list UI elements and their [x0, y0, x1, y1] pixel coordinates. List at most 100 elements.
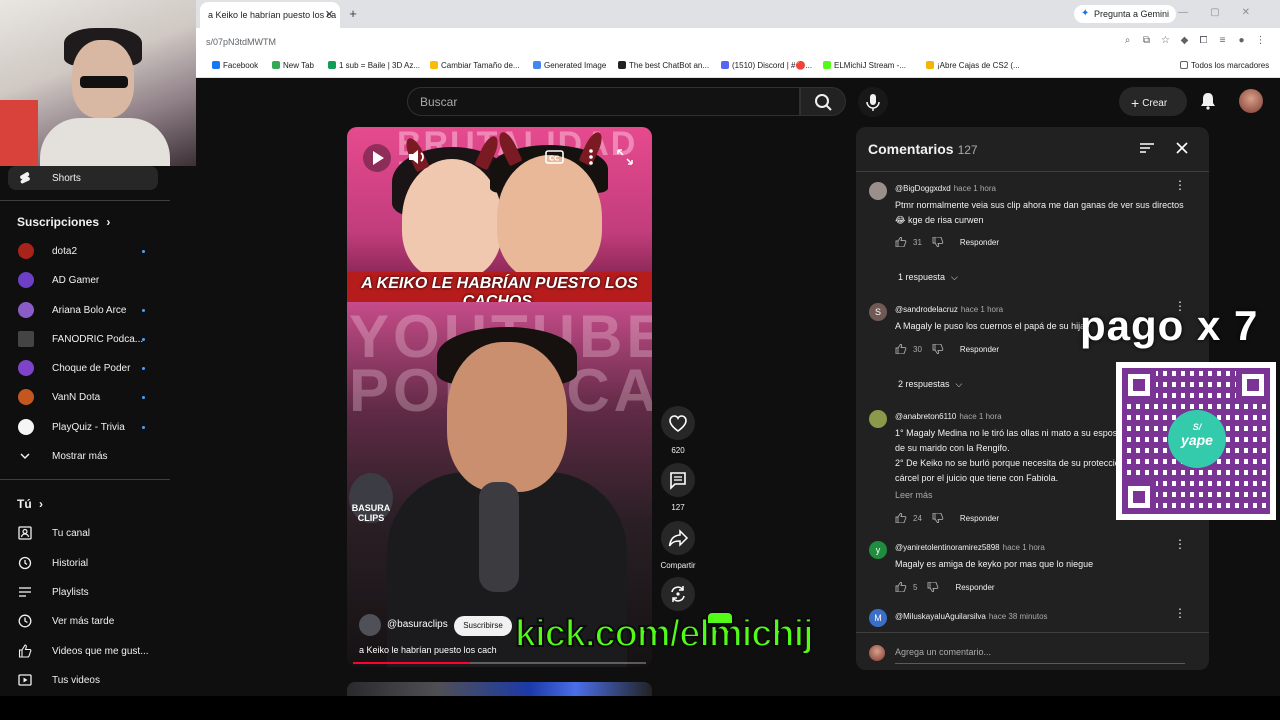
thumbs-down-icon[interactable]	[932, 237, 944, 247]
account-avatar[interactable]	[1239, 89, 1263, 113]
comments-button[interactable]	[661, 463, 695, 497]
thumbs-down-icon[interactable]	[932, 344, 944, 354]
like-button[interactable]	[661, 406, 695, 440]
sidebar-item-playlists[interactable]: Playlists	[0, 580, 160, 604]
fullscreen-button[interactable]	[613, 145, 637, 169]
bookmark-item[interactable]: Facebook	[212, 61, 258, 70]
remix-button[interactable]	[661, 577, 695, 611]
zoom-icon[interactable]: ⌕	[1118, 35, 1137, 46]
reply-button[interactable]: Responder	[960, 514, 999, 523]
sidebar-item-watch-later[interactable]: Ver más tarde	[0, 609, 160, 633]
comment-author[interactable]: @yaniretolentinoramirez5898 hace 1 hora	[895, 543, 1045, 552]
short-video-player[interactable]: BRUTALIDAD POLÍTICA A KEIKO LE HABRÍAN P…	[347, 127, 652, 667]
sidebar-item-subscription[interactable]: Choque de Poder	[0, 356, 160, 380]
profile-icon[interactable]: ●	[1232, 35, 1251, 46]
reply-button[interactable]: Responder	[960, 238, 999, 247]
comment-more-icon[interactable]: ⋮	[1174, 538, 1186, 550]
browser-tab[interactable]: a Keiko le habrían puesto los ca ✕	[200, 2, 340, 28]
comment-avatar[interactable]: M	[869, 609, 887, 627]
short-title[interactable]: a Keiko le habrían puesto los cach	[359, 645, 497, 655]
comment-author[interactable]: @sandrodelacruz hace 1 hora	[895, 305, 1003, 314]
volume-button[interactable]	[405, 145, 429, 169]
thumbs-up-icon[interactable]	[895, 513, 907, 523]
sidebar-item-shorts[interactable]: Shorts	[8, 166, 158, 190]
comment-author[interactable]: @MiluskayaluAguilarsilva hace 38 minutos	[895, 612, 1048, 621]
view-replies-button[interactable]: 2 respuestas ⌵	[898, 379, 962, 390]
comment-avatar[interactable]	[869, 410, 887, 428]
channel-avatar[interactable]	[359, 614, 381, 636]
you-heading[interactable]: Tú ›	[17, 497, 43, 511]
menu-icon[interactable]: ⋮	[1251, 35, 1270, 46]
folder-icon	[1180, 61, 1188, 69]
comments-divider	[856, 171, 1209, 172]
sort-comments-button[interactable]	[1139, 140, 1155, 156]
comment-author[interactable]: @BigDoggxdxd hace 1 hora	[895, 184, 996, 193]
puzzle-icon[interactable]: ⧠	[1194, 35, 1213, 46]
qr-pattern: S/yape	[1122, 368, 1270, 514]
comment-author[interactable]: @anabreton6110 hace 1 hora	[895, 412, 1002, 421]
sidebar-item-liked-videos[interactable]: Videos que me gust...	[0, 639, 160, 663]
comment-avatar[interactable]: y	[869, 541, 887, 559]
user-avatar	[869, 645, 885, 661]
sidebar-item-subscription[interactable]: VanN Dota	[0, 385, 160, 409]
star-icon[interactable]: ☆	[1156, 35, 1175, 46]
create-button[interactable]: + Crear	[1119, 87, 1187, 116]
comment-likes: 24	[913, 514, 922, 523]
sidebar-item-your-videos[interactable]: Tus videos	[0, 668, 160, 692]
more-options-button[interactable]	[579, 145, 603, 169]
new-tab-icon[interactable]: +	[345, 6, 361, 22]
close-tab-icon[interactable]: ✕	[325, 8, 334, 21]
share-button[interactable]	[661, 521, 695, 555]
progress-bar[interactable]	[353, 662, 646, 664]
sidebar-item-subscription[interactable]: dota2	[0, 239, 160, 263]
bookmark-item[interactable]: The best ChatBot an...	[618, 61, 709, 70]
extension-icon[interactable]: ◆	[1175, 35, 1194, 46]
sidebar-item-subscription[interactable]: FANODRIC Podca...	[0, 327, 160, 351]
share-label: Compartir	[660, 561, 696, 570]
sidebar-item-subscription[interactable]: AD Gamer	[0, 268, 160, 292]
search-input[interactable]: Buscar	[407, 87, 800, 116]
voice-search-button[interactable]	[858, 87, 888, 117]
bookmark-item[interactable]: Generated Image	[533, 61, 606, 70]
reading-list-icon[interactable]: ≡	[1213, 35, 1232, 46]
comment-more-icon[interactable]: ⋮	[1174, 179, 1186, 191]
play-button[interactable]	[363, 144, 391, 172]
cast-icon[interactable]: ⧉	[1137, 35, 1156, 46]
subscribe-button[interactable]: Suscribirse	[454, 616, 512, 636]
view-replies-button[interactable]: 1 respuesta ⌵	[898, 272, 958, 283]
thumbs-down-icon[interactable]	[927, 582, 939, 592]
bookmark-item[interactable]: Cambiar Tamaño de...	[430, 61, 520, 70]
subscriptions-heading[interactable]: Suscripciones ›	[17, 215, 110, 229]
search-button[interactable]	[800, 87, 846, 116]
sidebar-item-your-channel[interactable]: Tu canal	[0, 521, 160, 545]
address-bar[interactable]: s/07pN3tdMWTM	[206, 37, 276, 47]
gemini-button[interactable]: ✦ Pregunta a Gemini	[1074, 5, 1176, 23]
reply-button[interactable]: Responder	[955, 583, 994, 592]
comment-avatar[interactable]	[869, 182, 887, 200]
add-comment-input[interactable]: Agrega un comentario...	[895, 647, 991, 657]
comment-avatar[interactable]: S	[869, 303, 887, 321]
sidebar-item-history[interactable]: Historial	[0, 551, 160, 575]
thumbs-up-icon[interactable]	[895, 582, 907, 592]
thumbs-up-icon[interactable]	[895, 237, 907, 247]
notifications-button[interactable]	[1198, 91, 1218, 111]
thumbs-down-icon[interactable]	[932, 513, 944, 523]
reply-button[interactable]: Responder	[960, 345, 999, 354]
sidebar-show-more[interactable]: Mostrar más	[0, 444, 160, 468]
bookmark-item[interactable]: ¡Abre Cajas de CS2 (...	[926, 61, 1020, 70]
kick-url-overlay: kick.com/elmichij	[514, 612, 815, 656]
close-comments-button[interactable]	[1174, 140, 1190, 156]
all-bookmarks[interactable]: Todos los marcadores	[1180, 61, 1269, 70]
bookmark-item[interactable]: (1510) Discord | #🔴...	[721, 61, 812, 70]
thumbs-up-icon[interactable]	[895, 344, 907, 354]
sidebar-item-subscription[interactable]: PlayQuiz - Trivia	[0, 415, 160, 439]
window-controls[interactable]: —▢✕	[1178, 7, 1272, 18]
sidebar-item-subscription[interactable]: Ariana Bolo Arce	[0, 298, 160, 322]
channel-name[interactable]: @basuraclips	[387, 619, 448, 630]
bookmark-item[interactable]: New Tab	[272, 61, 314, 70]
bookmark-item[interactable]: 1 sub = Baile | 3D Az...	[328, 61, 420, 70]
captions-button[interactable]: CC	[543, 145, 567, 169]
bookmark-item[interactable]: ELMichiJ Stream -...	[823, 61, 906, 70]
read-more-link[interactable]: Leer más	[895, 490, 933, 500]
comment-more-icon[interactable]: ⋮	[1174, 607, 1186, 619]
